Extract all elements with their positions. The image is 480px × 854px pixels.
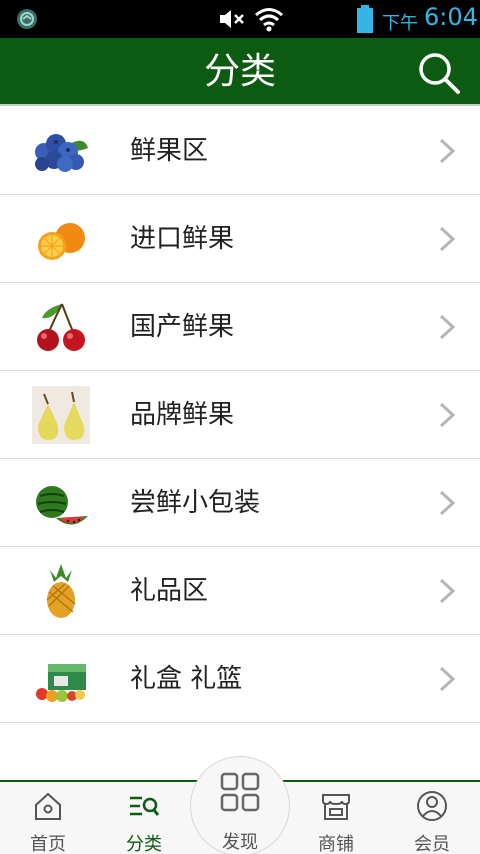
pear-icon <box>32 386 90 444</box>
pineapple-icon <box>46 564 76 618</box>
home-icon <box>35 792 61 820</box>
status-time: 6:04 <box>424 3 478 31</box>
shop-icon <box>322 794 350 820</box>
tab-discover-label: 发现 <box>222 832 258 853</box>
app-shield-icon <box>17 9 37 29</box>
chevron-right-icon <box>439 314 456 340</box>
category-label: 鲜果区 <box>130 136 209 166</box>
category-search-icon <box>130 796 160 816</box>
tab-category[interactable]: 分类 <box>96 782 192 854</box>
category-label: 尝鲜小包装 <box>130 488 261 518</box>
chevron-right-icon <box>439 402 456 428</box>
tab-shop[interactable]: 商铺 <box>288 782 384 854</box>
tab-shop-label: 商铺 <box>318 834 354 854</box>
chevron-right-icon <box>439 226 456 252</box>
wifi-icon <box>255 8 283 32</box>
category-label: 礼品区 <box>130 576 209 606</box>
tab-member-label: 会员 <box>414 834 450 854</box>
battery-icon <box>357 5 373 33</box>
grid-icon <box>220 772 260 812</box>
header-bar: 分类 <box>0 38 480 106</box>
category-row-gift-area[interactable]: 礼品区 <box>0 547 480 635</box>
member-icon <box>417 791 447 821</box>
category-label: 进口鲜果 <box>130 224 235 254</box>
category-label: 品牌鲜果 <box>130 400 235 430</box>
gift-box-icon <box>36 664 86 702</box>
category-row-imported-fruit[interactable]: 进口鲜果 <box>0 195 480 283</box>
blueberry-icon <box>35 134 88 172</box>
category-row-partial[interactable] <box>0 723 480 755</box>
kiwi-icon <box>32 738 90 755</box>
tab-home-label: 首页 <box>30 834 66 854</box>
chevron-right-icon <box>439 666 456 692</box>
watermelon-icon <box>36 486 88 525</box>
status-ampm: 下午 <box>382 13 418 34</box>
category-row-domestic-fruit[interactable]: 国产鲜果 <box>0 283 480 371</box>
category-row-tasting-pack[interactable]: 尝鲜小包装 <box>0 459 480 547</box>
category-label: 礼盒 礼篮 <box>130 664 243 694</box>
status-bar: 下午 6:04 <box>0 0 480 38</box>
chevron-right-icon <box>439 578 456 604</box>
category-label: 国产鲜果 <box>130 312 235 342</box>
category-list: 鲜果区 进口鲜果 国产鲜果 品牌鲜果 尝鲜小包装 礼品区 礼盒 礼篮 <box>0 107 480 755</box>
chevron-right-icon <box>439 138 456 164</box>
cherry-icon <box>37 303 85 351</box>
orange-icon <box>38 223 85 260</box>
search-icon[interactable] <box>414 48 464 98</box>
category-row-gift-box-basket[interactable]: 礼盒 礼篮 <box>0 635 480 723</box>
tab-category-label: 分类 <box>126 834 162 854</box>
category-row-fresh-fruit[interactable]: 鲜果区 <box>0 107 480 195</box>
tab-member[interactable]: 会员 <box>384 782 480 854</box>
chevron-right-icon <box>439 490 456 516</box>
category-row-brand-fruit[interactable]: 品牌鲜果 <box>0 371 480 459</box>
page-title: 分类 <box>203 51 276 92</box>
mute-icon <box>220 10 244 28</box>
tab-home[interactable]: 首页 <box>0 782 96 854</box>
